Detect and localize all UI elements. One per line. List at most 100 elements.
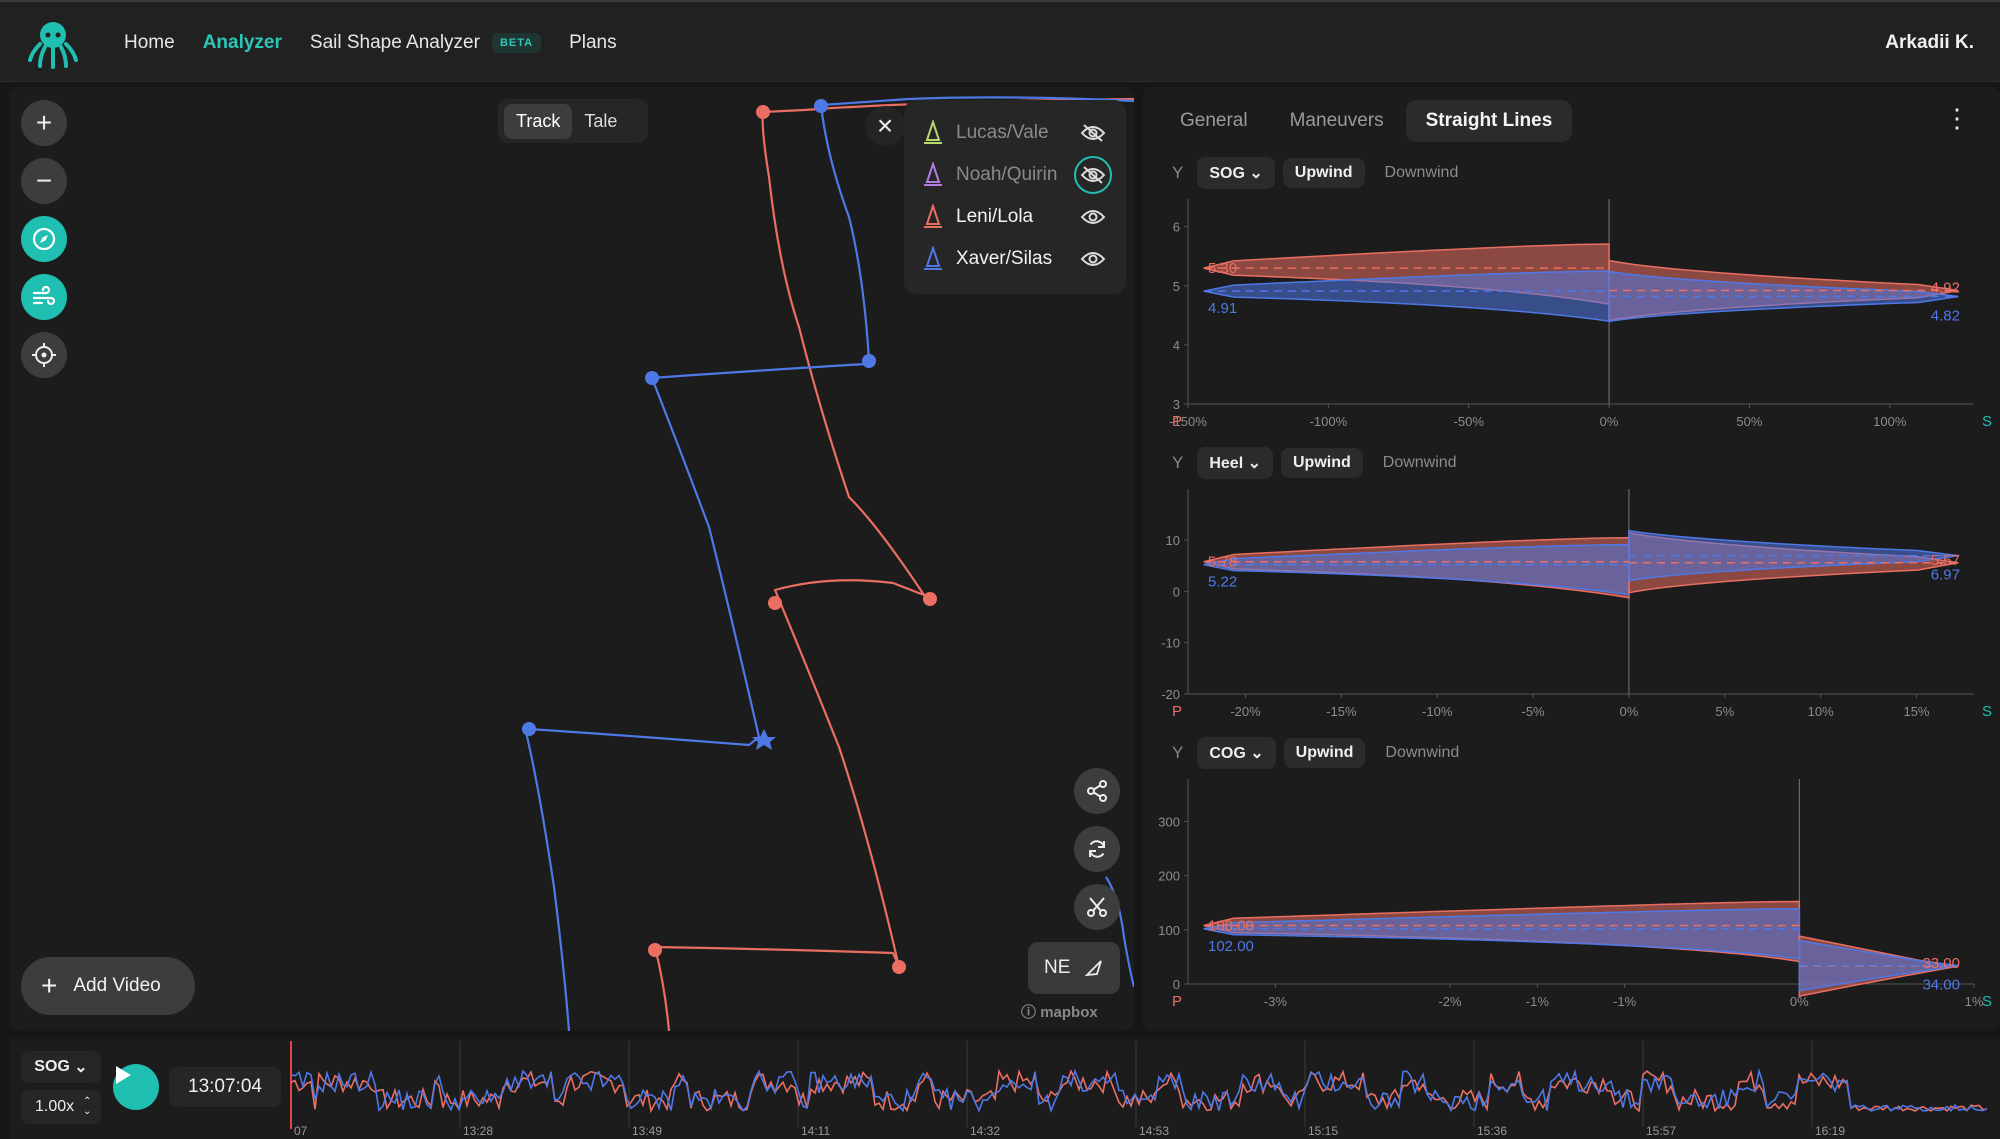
wind-direction-indicator[interactable]: NE <box>1028 942 1120 994</box>
nav-home[interactable]: Home <box>124 32 175 54</box>
locate-button[interactable] <box>21 332 67 378</box>
y-tick-label: 100 <box>1158 923 1180 938</box>
top-nav-bar: Home Analyzer Sail Shape Analyzer BETA Pl… <box>0 0 2000 82</box>
boat-icon <box>924 120 942 144</box>
eye-off-icon[interactable] <box>1074 114 1112 152</box>
wind-direction-label: NE <box>1044 957 1071 978</box>
scissors-icon <box>1087 897 1107 917</box>
legend-boat-name: Lucas/Vale <box>956 122 1049 143</box>
arrow-icon <box>1084 960 1103 977</box>
y-tick-label: 10 <box>1166 533 1180 548</box>
timeline-tick-label: 14:32 <box>970 1124 1000 1138</box>
mean-label: 33.00 <box>1922 955 1960 972</box>
octopus-logo-icon[interactable] <box>26 16 80 70</box>
timeline-tick-label: 15:57 <box>1646 1124 1676 1138</box>
view-tale-button[interactable]: Tale <box>572 104 629 139</box>
mean-label: 5.30 <box>1208 260 1237 277</box>
starboard-label: S <box>1982 703 1992 720</box>
track-marker <box>892 960 906 974</box>
nav-analyzer[interactable]: Analyzer <box>203 32 282 54</box>
x-tick-label: -2% <box>1438 994 1462 1009</box>
timeline-tick-label: 07 <box>294 1124 308 1138</box>
track-marker <box>814 99 828 113</box>
track-marker <box>923 592 937 606</box>
x-tick-label: -50% <box>1454 414 1485 429</box>
x-tick-label: -100% <box>1310 414 1348 429</box>
boat-icon <box>924 162 942 186</box>
info-icon[interactable]: ⓘ <box>1021 1004 1036 1021</box>
port-label: P <box>1172 413 1182 430</box>
share-button[interactable] <box>1074 768 1120 814</box>
plus-icon: + <box>35 107 53 138</box>
nav-sail-shape-analyzer[interactable]: Sail Shape Analyzer BETA <box>309 32 542 54</box>
legend-item-lucas-vale[interactable]: Lucas/Vale <box>922 118 1112 148</box>
timeline-tick-label: 16:19 <box>1815 1124 1845 1138</box>
x-tick-label: -1% <box>1526 994 1550 1009</box>
port-label: P <box>1172 993 1182 1010</box>
track-marker <box>768 596 782 610</box>
port-label: P <box>1172 703 1182 720</box>
legend-item-noah-quirin[interactable]: Noah/Quirin <box>922 156 1112 194</box>
view-track-button[interactable]: Track <box>504 103 573 139</box>
starboard-label: S <box>1982 993 1992 1010</box>
timeline-tick-label: 15:15 <box>1308 1124 1338 1138</box>
y-tick-label: 200 <box>1158 869 1180 884</box>
add-video-button[interactable]: + Add Video <box>21 957 195 1015</box>
zoom-out-button[interactable]: − <box>21 158 67 204</box>
x-tick-label: 100% <box>1873 414 1907 429</box>
cut-button[interactable] <box>1074 884 1120 930</box>
legend-boat-name: Noah/Quirin <box>956 164 1058 185</box>
legend-item-xaver-silas[interactable]: Xaver/Silas <box>922 244 1112 274</box>
crosshair-icon <box>32 343 56 367</box>
timeline-tick-label: 13:28 <box>463 1124 493 1138</box>
nav-plans[interactable]: Plans <box>569 32 617 54</box>
timeline-tick-label: 15:36 <box>1477 1124 1507 1138</box>
mean-label: 4.91 <box>1208 300 1237 317</box>
share-icon <box>1087 780 1107 802</box>
track-leni-lola <box>653 111 926 1031</box>
view-toggle: Track Tale <box>498 99 648 143</box>
mean-label: 5.22 <box>1208 574 1237 591</box>
x-tick-label: -10% <box>1422 704 1453 719</box>
x-tick-label: 0% <box>1620 704 1639 719</box>
eye-icon[interactable] <box>1074 240 1112 278</box>
track-marker <box>648 943 662 957</box>
user-name[interactable]: Arkadii K. <box>1885 32 1974 54</box>
map-panel[interactable]: + − Track Tale × Lucas/Vale Noah/Quirin … <box>9 87 1134 1031</box>
refresh-icon <box>1089 840 1105 858</box>
track-marker <box>862 354 876 368</box>
x-tick-label: -1% <box>1613 994 1637 1009</box>
y-tick-label: 0 <box>1173 977 1180 992</box>
mean-label: 5.78 <box>1208 554 1237 571</box>
wind-button[interactable] <box>21 274 67 320</box>
timeline-chart[interactable]: 07 13:28 13:49 14:11 14:32 14:53 15:15 15:36 15:… <box>9 1039 2000 1139</box>
close-icon: × <box>876 110 894 141</box>
boat-legend: Lucas/Vale Noah/Quirin Leni/Lola Xaver/S… <box>904 100 1126 294</box>
y-tick-label: -10 <box>1161 636 1180 651</box>
mapbox-logo-label: mapbox <box>1040 1004 1098 1021</box>
legend-item-leni-lola[interactable]: Leni/Lola <box>922 202 1112 232</box>
y-tick-label: 3 <box>1173 397 1180 412</box>
legend-boat-name: Leni/Lola <box>956 206 1034 227</box>
mean-label: 4.92 <box>1931 280 1960 297</box>
distribution-charts[interactable]: 6543-150% -100% -50% 0% 50% 100%P S5.304.914.9… <box>1142 87 2000 1031</box>
eye-icon[interactable] <box>1074 198 1112 236</box>
legend-boat-name: Xaver/Silas <box>956 248 1053 269</box>
mapbox-attribution[interactable]: ⓘ mapbox <box>1021 1001 1098 1022</box>
y-tick-label: 4 <box>1173 338 1180 353</box>
mean-label: 108.00 <box>1208 918 1254 935</box>
track-marker <box>645 371 659 385</box>
eye-off-icon[interactable] <box>1074 156 1112 194</box>
compass-icon <box>32 227 56 251</box>
close-legend-button[interactable]: × <box>865 106 905 146</box>
nav-sail-shape-label: Sail Shape Analyzer <box>309 32 480 53</box>
distribution-port-xaver-silas <box>1203 270 1610 322</box>
main-nav: Home Analyzer Sail Shape Analyzer BETA Pl… <box>124 2 645 84</box>
x-tick-label: -20% <box>1230 704 1261 719</box>
x-tick-label: 10% <box>1808 704 1834 719</box>
boat-icon <box>924 204 942 228</box>
sync-button[interactable] <box>1074 826 1120 872</box>
compass-button[interactable] <box>21 216 67 262</box>
add-video-label: Add Video <box>73 975 161 996</box>
zoom-in-button[interactable]: + <box>21 100 67 146</box>
